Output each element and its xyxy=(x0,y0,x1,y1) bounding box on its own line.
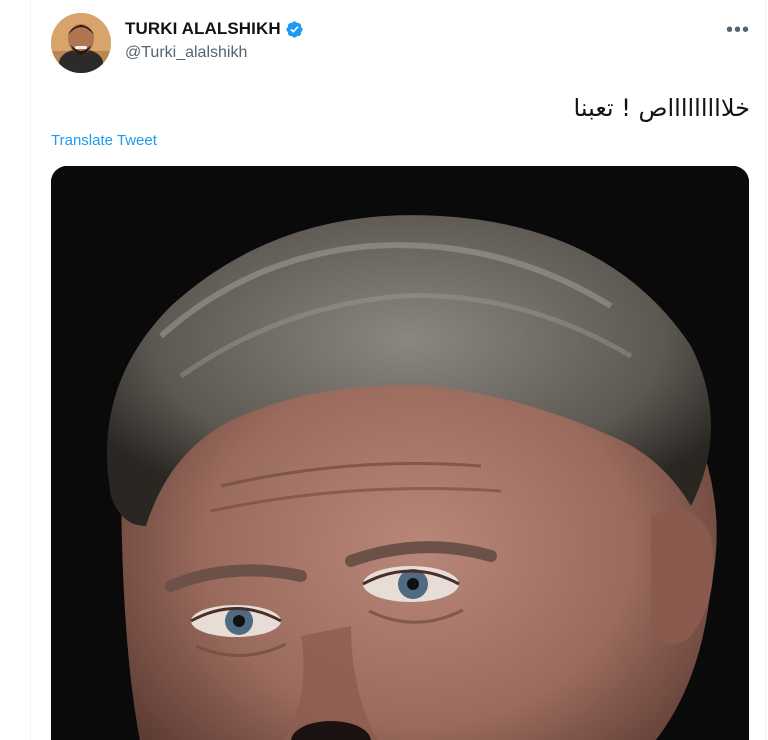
author-name-row[interactable]: TURKI ALALSHIKH xyxy=(125,18,304,40)
author-display-name[interactable]: TURKI ALALSHIKH xyxy=(125,19,281,39)
tweet-media-photo[interactable] xyxy=(51,166,749,740)
tweet-text: خلاااااااااص ! تعبنا xyxy=(573,94,750,122)
verified-badge-icon xyxy=(285,20,304,39)
author-handle[interactable]: @Turki_alalshikh xyxy=(125,44,247,62)
avatar[interactable] xyxy=(51,13,111,73)
timeline-border-right xyxy=(765,0,766,740)
timeline-border-left xyxy=(30,0,31,740)
more-options-button[interactable]: ••• xyxy=(722,18,754,42)
more-horizontal-icon: ••• xyxy=(725,18,750,41)
translate-tweet-link[interactable]: Translate Tweet xyxy=(51,132,157,149)
tweet-card: TURKI ALALSHIKH @Turki_alalshikh ••• خلا… xyxy=(0,0,768,740)
